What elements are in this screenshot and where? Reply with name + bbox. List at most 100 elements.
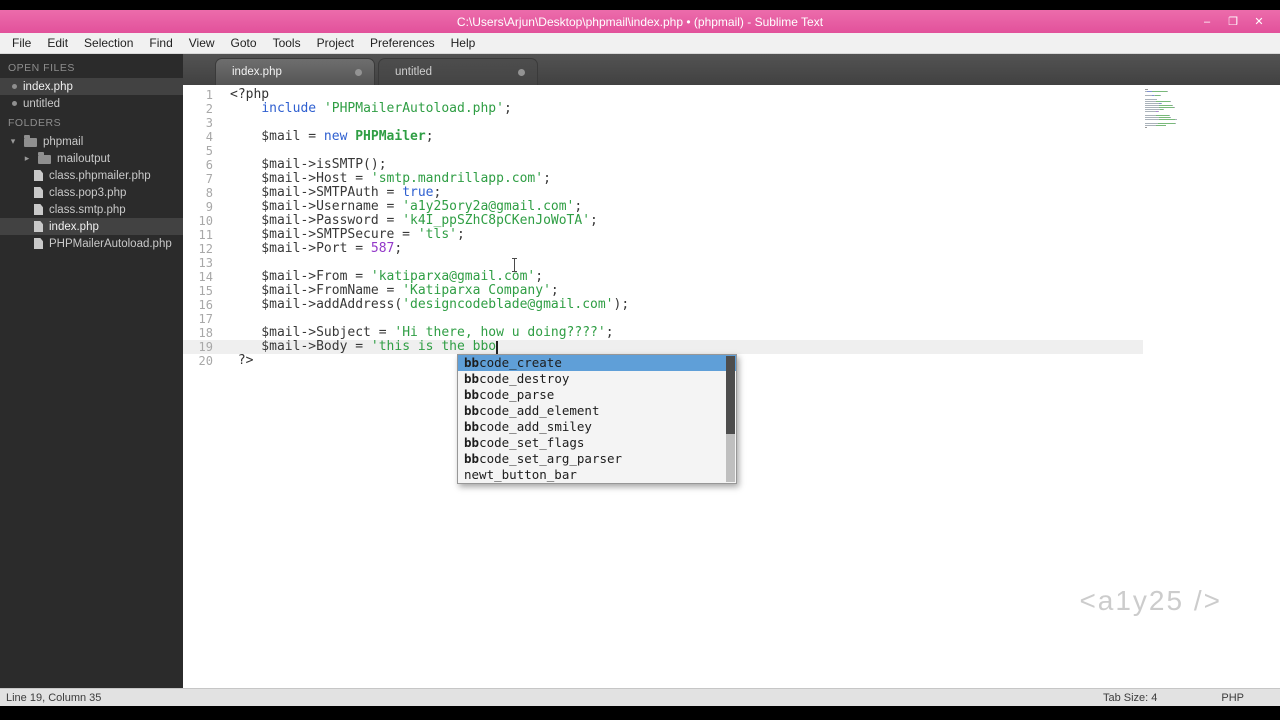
folder-icon <box>38 152 51 164</box>
code-line-10[interactable]: 10 $mail->Password = 'k4I_ppSZhC8pCKenJo… <box>183 214 1143 229</box>
code-text: $mail->Subject = 'Hi there, how u doing?… <box>230 325 614 340</box>
code-line-18[interactable]: 18 $mail->Subject = 'Hi there, how u doi… <box>183 325 1143 341</box>
minimap-line <box>1145 99 1265 100</box>
code-line-17[interactable]: 17 <box>183 312 1143 326</box>
tree-item-class.pop3.php[interactable]: class.pop3.php <box>0 184 183 201</box>
menu-item-preferences[interactable]: Preferences <box>362 33 443 53</box>
tree-item-index.php[interactable]: index.php <box>0 218 183 235</box>
tree-item-phpmail[interactable]: ▾ phpmail <box>0 133 183 150</box>
autocomplete-scrollbar[interactable] <box>726 356 735 482</box>
code-line-2[interactable]: 2 include 'PHPMailerAutoload.php'; <box>183 102 1143 117</box>
minimap[interactable] <box>1145 89 1265 129</box>
code-line-14[interactable]: 14 $mail->From = 'katiparxa@gmail.com'; <box>183 269 1143 285</box>
line-number: 8 <box>205 186 213 200</box>
minimap-line <box>1145 89 1265 90</box>
tree-item-class.smtp.php[interactable]: class.smtp.php <box>0 201 183 218</box>
menu-item-find[interactable]: Find <box>141 33 180 53</box>
minimap-line <box>1145 121 1265 122</box>
code-line-12[interactable]: 12 $mail->Port = 587; <box>183 242 1143 257</box>
autocomplete-item-bbcode_destroy[interactable]: bbcode_destroy <box>458 371 736 387</box>
open-file-untitled[interactable]: untitled <box>0 95 183 112</box>
code-line-3[interactable]: 3 <box>183 116 1143 130</box>
code-text: $mail->From = 'katiparxa@gmail.com'; <box>230 269 544 284</box>
file-icon <box>34 238 43 249</box>
editor-column: index.php untitled 1 <?php 2 include 'PHPMa… <box>183 54 1280 688</box>
minimap-line <box>1145 105 1265 106</box>
window-controls: – ❐ ✕ <box>1194 10 1272 33</box>
menu-item-goto[interactable]: Goto <box>223 33 265 53</box>
code-line-5[interactable]: 5 <box>183 144 1143 158</box>
minimap-line <box>1145 111 1265 112</box>
menu-item-help[interactable]: Help <box>443 33 484 53</box>
code-line-13[interactable]: 13 <box>183 256 1143 270</box>
menu-item-view[interactable]: View <box>181 33 223 53</box>
minimap-line <box>1145 115 1265 116</box>
autocomplete-item-bbcode_set_arg_parser[interactable]: bbcode_set_arg_parser <box>458 451 736 467</box>
open-file-index.php[interactable]: index.php <box>0 78 183 95</box>
minimap-line <box>1145 97 1265 98</box>
file-icon <box>34 170 43 181</box>
code-line-8[interactable]: 8 $mail->SMTPAuth = true; <box>183 185 1143 201</box>
menu-item-tools[interactable]: Tools <box>265 33 309 53</box>
code-line-7[interactable]: 7 $mail->Host = 'smtp.mandrillapp.com'; <box>183 171 1143 187</box>
minimize-icon[interactable]: – <box>1194 13 1220 31</box>
tree-item-class.phpmailer.php[interactable]: class.phpmailer.php <box>0 167 183 184</box>
menu-item-file[interactable]: File <box>4 33 39 53</box>
editor[interactable]: 1 <?php 2 include 'PHPMailerAutoload.php';… <box>183 85 1280 688</box>
code-line-6[interactable]: 6 $mail->isSMTP(); <box>183 158 1143 173</box>
code-line-11[interactable]: 11 $mail->SMTPSecure = 'tls'; <box>183 227 1143 243</box>
line-number: 6 <box>205 158 213 172</box>
minimap-line <box>1145 123 1265 124</box>
code-line-4[interactable]: 4 $mail = new PHPMailer; <box>183 129 1143 145</box>
menu-item-edit[interactable]: Edit <box>39 33 76 53</box>
file-icon <box>34 221 43 232</box>
tab-index.php[interactable]: index.php <box>215 58 375 85</box>
close-icon[interactable]: ✕ <box>1246 13 1272 31</box>
folder-icon <box>24 135 37 147</box>
video-watermark: <a1y25 /> <box>1079 585 1222 616</box>
code-line-9[interactable]: 9 $mail->Username = 'a1y25ory2a@gmail.co… <box>183 200 1143 215</box>
autocomplete-item-bbcode_add_smiley[interactable]: bbcode_add_smiley <box>458 419 736 435</box>
autocomplete-item-bbcode_create[interactable]: bbcode_create <box>458 355 736 371</box>
autocomplete-item-bbcode_add_element[interactable]: bbcode_add_element <box>458 403 736 419</box>
tree-item-label: mailoutput <box>57 152 111 165</box>
open-files-list: index.php untitled <box>0 78 183 112</box>
code-text: $mail->SMTPAuth = true; <box>230 185 442 200</box>
code-line-19[interactable]: 19 $mail->Body = 'this is the bbo <box>183 340 1143 354</box>
tree-item-mailoutput[interactable]: ▸ mailoutput <box>0 150 183 167</box>
autocomplete-item-bbcode_set_flags[interactable]: bbcode_set_flags <box>458 435 736 451</box>
autocomplete-scrollbar-thumb[interactable] <box>726 356 735 435</box>
tab-size-status[interactable]: Tab Size: 4 <box>1103 692 1157 704</box>
folder-collapsed-arrow-icon: ▸ <box>24 153 30 163</box>
syntax-mode-status[interactable]: PHP <box>1221 692 1244 704</box>
code-text: $mail->Host = 'smtp.mandrillapp.com'; <box>230 171 551 186</box>
code-line-15[interactable]: 15 $mail->FromName = 'Katiparxa Company'… <box>183 284 1143 299</box>
autocomplete-item-newt_button_bar[interactable]: newt_button_bar <box>458 467 736 483</box>
file-icon <box>34 187 43 198</box>
line-number: 14 <box>198 270 213 284</box>
tab-untitled[interactable]: untitled <box>378 58 538 85</box>
tab-label: index.php <box>232 66 282 78</box>
tab-label: untitled <box>395 66 433 78</box>
code-area[interactable]: 1 <?php 2 include 'PHPMailerAutoload.php';… <box>183 88 1143 368</box>
file-icon <box>34 204 43 215</box>
line-number: 15 <box>198 284 213 298</box>
menu-item-project[interactable]: Project <box>309 33 362 53</box>
menu-item-selection[interactable]: Selection <box>76 33 141 53</box>
tab-bar: index.php untitled <box>183 54 1280 85</box>
folder-tree: ▾ phpmail ▸ mailoutput class.phpmailer.php cl… <box>0 133 183 252</box>
tree-item-label: index.php <box>49 220 99 233</box>
line-number: 20 <box>198 354 213 368</box>
title-bar[interactable]: C:\Users\Arjun\Desktop\phpmail\index.php… <box>0 10 1280 33</box>
code-text: $mail->SMTPSecure = 'tls'; <box>230 227 465 242</box>
main-area: OPEN FILES index.php untitled FOLDERS ▾ ph… <box>0 54 1280 688</box>
code-line-1[interactable]: 1 <?php <box>183 88 1143 103</box>
autocomplete-item-bbcode_parse[interactable]: bbcode_parse <box>458 387 736 403</box>
maximize-icon[interactable]: ❐ <box>1220 13 1246 31</box>
code-line-16[interactable]: 16 $mail->addAddress('designcodeblade@gm… <box>183 298 1143 313</box>
code-text: $mail = new PHPMailer; <box>230 129 434 144</box>
line-number: 11 <box>198 228 213 242</box>
tree-item-PHPMailerAutoload.php[interactable]: PHPMailerAutoload.php <box>0 235 183 252</box>
line-number: 4 <box>205 130 213 144</box>
open-file-label: untitled <box>23 97 61 110</box>
